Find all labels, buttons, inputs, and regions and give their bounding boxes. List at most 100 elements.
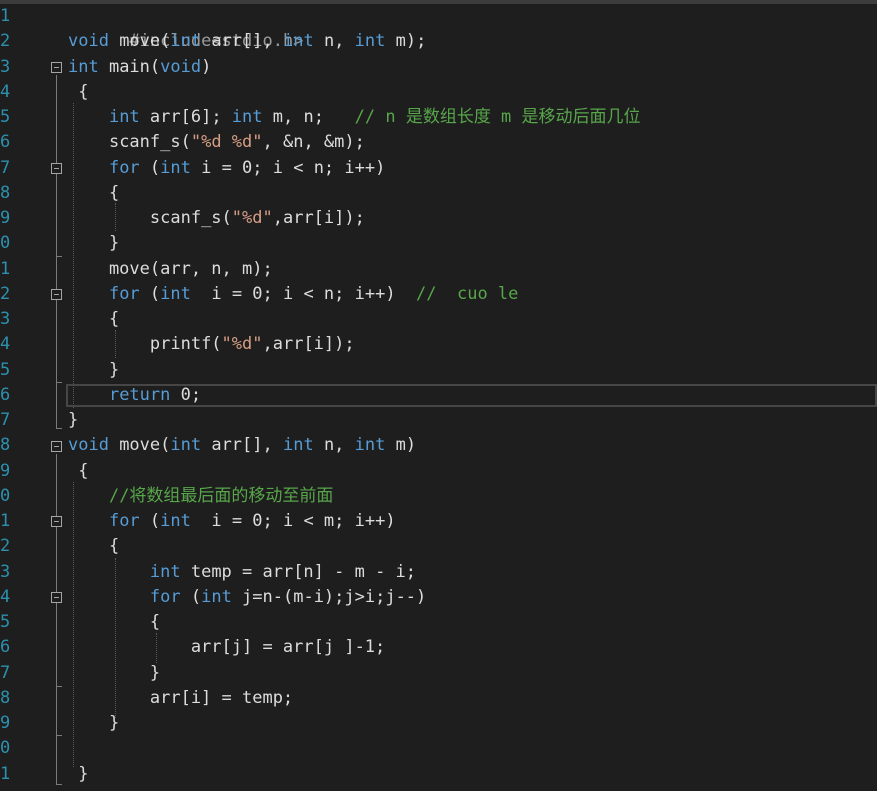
line-number: 4 [0, 82, 11, 102]
code-text: ,arr[i]); [262, 334, 355, 354]
keyword: int [108, 107, 140, 127]
code-text: } [68, 663, 161, 683]
fold-toggle-for-3[interactable] [51, 516, 62, 527]
line-number: 0 [0, 486, 11, 506]
keyword: for [108, 284, 140, 304]
code-text: n, [313, 31, 355, 51]
code-text: scanf_s( [149, 208, 232, 228]
keyword: int [170, 435, 202, 455]
code-text: arr[], [201, 435, 283, 455]
line-number: 1 [0, 511, 11, 531]
keyword: int [149, 562, 181, 582]
line-number: 1 [0, 259, 11, 279]
code-text: } [68, 764, 89, 784]
code-line: } [68, 711, 119, 736]
keyword: for [149, 587, 181, 607]
fold-end-main [56, 428, 62, 429]
line-number: 7 [0, 663, 11, 683]
code-text: m, n; [262, 107, 355, 127]
keyword: for [108, 158, 140, 178]
line-number: 6 [0, 132, 11, 152]
fold-toggle-main[interactable] [51, 62, 62, 73]
code-editor[interactable]: 1 2 3 4 5 6 7 8 9 0 1 2 3 4 5 6 7 8 9 0 … [0, 0, 877, 791]
code-text: move(arr, n, m); [68, 259, 273, 279]
code-line: { [68, 459, 88, 484]
code-line: } [68, 408, 78, 433]
code-text: { [68, 309, 120, 329]
line-number: 1 [0, 6, 11, 26]
code-text: j=n-(m-i);j>i;j--) [231, 587, 427, 607]
line-number: 9 [0, 713, 11, 733]
line-number: 8 [0, 435, 11, 455]
fold-end-for4 [56, 735, 62, 736]
keyword: int [160, 158, 191, 178]
line-number: 6 [0, 385, 11, 405]
code-line: for (int j=n-(m-i);j>i;j--) [68, 585, 426, 610]
code-line: move(arr, n, m); [68, 257, 273, 282]
code-line: } [68, 762, 88, 787]
code-line: arr[i] = temp; [68, 686, 293, 711]
line-number: 2 [0, 284, 11, 304]
line-number: 5 [0, 360, 11, 380]
keyword: int [231, 107, 263, 127]
line-number: 0 [0, 233, 11, 253]
line-number: 8 [0, 183, 11, 203]
keyword: int [68, 57, 99, 77]
fold-toggle-for-1[interactable] [51, 163, 62, 174]
code-line: { [68, 307, 119, 332]
keyword: int [354, 31, 386, 51]
keyword: for [108, 511, 140, 531]
line-number: 3 [0, 57, 11, 77]
fold-end-for2 [56, 382, 62, 383]
keyword: void [68, 31, 109, 51]
code-line: } [68, 231, 119, 256]
fold-toggle-move[interactable] [51, 441, 62, 452]
code-text: arr[i] = temp; [68, 688, 294, 708]
code-text: ( [139, 158, 161, 178]
code-text: { [68, 536, 120, 556]
line-number: 4 [0, 334, 11, 354]
keyword: void [68, 435, 109, 455]
comment: // cuo le [416, 284, 519, 304]
code-line: for (int i = 0; i < n; i++) [68, 156, 385, 181]
fold-end-for1 [56, 256, 62, 257]
code-text: ( [139, 284, 161, 304]
string-literal: "%d %d" [190, 132, 263, 152]
line-number: 2 [0, 536, 11, 556]
code-text: scanf_s( [108, 132, 191, 152]
code-text: { [68, 82, 89, 102]
code-text: } [68, 233, 120, 253]
code-line: { [68, 610, 160, 635]
code-text: printf( [149, 334, 222, 354]
line-number: 3 [0, 309, 11, 329]
line-number: 7 [0, 410, 11, 430]
code-line: #include<stdio.h> [68, 4, 303, 51]
line-number: 9 [0, 461, 11, 481]
code-text: ,arr[i]); [272, 208, 365, 228]
code-line: { [68, 534, 119, 559]
line-number: 9 [0, 208, 11, 228]
fold-toggle-for-4[interactable] [51, 592, 62, 603]
code-text: main( [98, 57, 161, 77]
keyword: return [108, 385, 171, 405]
code-text: ( [139, 511, 161, 531]
code-text: ( [180, 587, 202, 607]
line-number: 5 [0, 612, 11, 632]
code-text: { [68, 612, 161, 632]
code-line: arr[j] = arr[j ]-1; [68, 635, 385, 660]
fold-end-for3 [56, 686, 62, 687]
fold-toggle-for-2[interactable] [51, 289, 62, 300]
code-line: printf("%d",arr[i]); [68, 332, 355, 357]
comment: //将数组最后面的移动至前面 [108, 486, 334, 506]
code-text: i = 0; i < n; i++) [190, 158, 386, 178]
code-text: 0; [170, 385, 202, 405]
